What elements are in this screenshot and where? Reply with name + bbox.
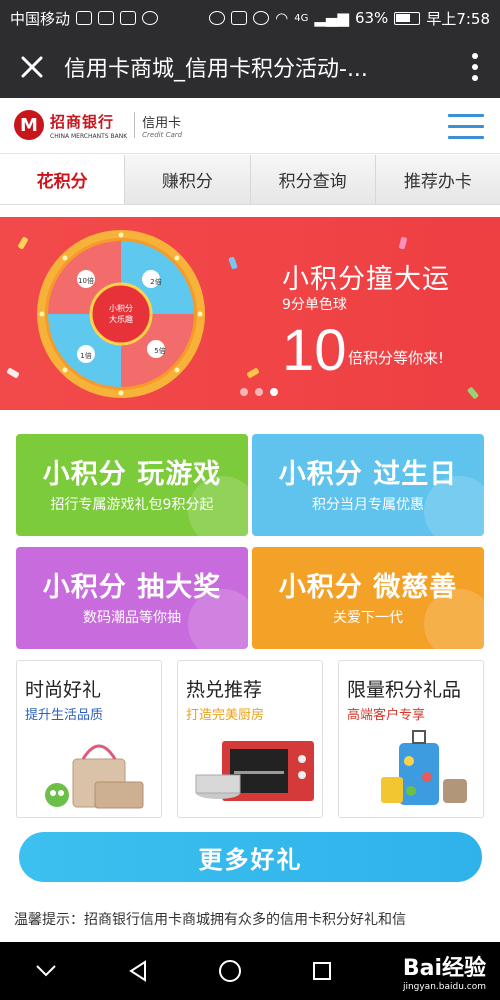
product-card-hot[interactable]: 热兑推荐 打造完美厨房 bbox=[177, 660, 323, 818]
card-label-en: Credit Card bbox=[142, 130, 183, 139]
recent-apps-icon[interactable] bbox=[302, 951, 342, 991]
hamburger-icon[interactable] bbox=[448, 114, 484, 140]
tile-subtitle: 招行专属游戏礼包9积分起 bbox=[50, 497, 214, 513]
eye-icon bbox=[253, 11, 270, 25]
confetti bbox=[17, 236, 29, 250]
back-icon[interactable] bbox=[118, 951, 158, 991]
tile-subtitle: 数码潮品等你抽 bbox=[83, 610, 181, 626]
wifi-icon: ◠ bbox=[275, 9, 289, 27]
bank-name-en: CHINA MERCHANTS BANK bbox=[50, 132, 128, 140]
headphone-icon bbox=[209, 11, 226, 25]
product-card-fashion[interactable]: 时尚好礼 提升生活品质 bbox=[16, 660, 162, 818]
tile-subtitle: 关爱下一代 bbox=[333, 610, 403, 626]
card-label: 信用卡 bbox=[142, 115, 182, 131]
more-vertical-icon[interactable] bbox=[450, 36, 500, 98]
carousel-dot[interactable] bbox=[255, 388, 263, 396]
oven-image bbox=[195, 741, 314, 801]
carousel-dot[interactable] bbox=[240, 388, 248, 396]
tile-title: 小积分 抽大奖 bbox=[42, 572, 222, 603]
wheel-segment-label: 10倍 bbox=[78, 276, 94, 285]
wheel-segment-label: 1倍 bbox=[80, 351, 91, 360]
tile-birthday[interactable]: 小积分 过生日 积分当月专属优惠 bbox=[252, 434, 484, 536]
tile-lottery[interactable]: 小积分 抽大奖 数码潮品等你抽 bbox=[16, 547, 248, 649]
wheel-center-label: 小积分 bbox=[109, 303, 133, 313]
tab-recommend-card[interactable]: 推荐办卡 bbox=[375, 155, 500, 204]
close-icon[interactable] bbox=[0, 36, 64, 98]
svg-text:大乐趣: 大乐趣 bbox=[109, 314, 133, 324]
status-bar: 中国移动 ◠ 4G ▂▄▆ 63% 早上7:58 bbox=[0, 0, 500, 36]
product-title: 限量积分礼品 bbox=[347, 679, 462, 701]
cmb-logo[interactable]: M 招商银行 CHINA MERCHANTS BANK 信用卡 Credit C… bbox=[14, 110, 182, 140]
product-title: 时尚好礼 bbox=[25, 679, 102, 701]
signal-icon: ▂▄▆ bbox=[314, 9, 349, 27]
alarm-icon bbox=[231, 11, 248, 25]
tile-title: 小积分 玩游戏 bbox=[42, 459, 222, 490]
carrier-label: 中国移动 bbox=[10, 9, 71, 28]
clock: 早上7:58 bbox=[426, 9, 490, 28]
product-cards: 时尚好礼 提升生活品质 热兑推荐 打造完美厨房 限量积分礼品 高端客户专享 bbox=[16, 660, 484, 820]
chat-icon bbox=[142, 11, 159, 25]
tile-title: 小积分 过生日 bbox=[278, 459, 458, 490]
activity-icon bbox=[76, 11, 93, 25]
bank-header: M 招商银行 CHINA MERCHANTS BANK 信用卡 Credit C… bbox=[0, 98, 500, 154]
app-icon bbox=[120, 11, 137, 25]
confetti bbox=[228, 256, 238, 270]
tile-title: 小积分 微慈善 bbox=[278, 572, 458, 603]
luggage-image bbox=[381, 730, 467, 805]
product-title: 热兑推荐 bbox=[186, 679, 263, 701]
tab-spend-points[interactable]: 花积分 bbox=[0, 155, 126, 204]
tile-subtitle: 积分当月专属优惠 bbox=[312, 497, 424, 513]
watermark: Bai经验 jingyan.baidu.com bbox=[403, 950, 486, 992]
confetti bbox=[6, 367, 20, 379]
tab-earn-points[interactable]: 赚积分 bbox=[125, 155, 251, 204]
wheel-segment-label: 2倍 bbox=[150, 277, 161, 286]
battery-percent: 63% bbox=[354, 9, 389, 27]
more-gifts-button[interactable]: 更多好礼 bbox=[19, 832, 482, 882]
tile-charity[interactable]: 小积分 微慈善 关爱下一代 bbox=[252, 547, 484, 649]
home-icon[interactable] bbox=[210, 951, 250, 991]
chevron-down-icon[interactable] bbox=[26, 951, 66, 991]
tile-play-games[interactable]: 小积分 玩游戏 招行专属游戏礼包9积分起 bbox=[16, 434, 248, 536]
tip-text: 温馨提示：招商银行信用卡商城拥有众多的信用卡积分好礼和信 bbox=[14, 912, 406, 928]
banner-subtitle: 9分单色球 bbox=[282, 297, 347, 313]
handbag-image bbox=[45, 744, 144, 809]
browser-titlebar: 信用卡商城_信用卡积分活动-... bbox=[0, 36, 500, 98]
prize-wheel: 小积分 大乐趣 2倍 5倍 1倍 10倍 bbox=[37, 230, 205, 398]
cmb-logo-icon: M bbox=[14, 110, 44, 140]
product-card-limited[interactable]: 限量积分礼品 高端客户专享 bbox=[338, 660, 484, 818]
banner-title: 小积分撞大运 bbox=[282, 264, 450, 295]
carousel-dots bbox=[240, 388, 278, 396]
banner-tagline: 倍积分等你来! bbox=[348, 349, 445, 367]
tab-points-query[interactable]: 积分查询 bbox=[250, 155, 376, 204]
confetti bbox=[246, 367, 260, 379]
page-title: 信用卡商城_信用卡积分活动-... bbox=[64, 57, 368, 82]
product-subtitle: 高端客户专享 bbox=[347, 708, 426, 723]
product-subtitle: 提升生活品质 bbox=[25, 708, 104, 723]
tab-bar: 花积分 赚积分 积分查询 推荐办卡 bbox=[0, 155, 500, 205]
banner-multiplier: 10 bbox=[282, 318, 347, 383]
watermark-url: jingyan.baidu.com bbox=[402, 982, 486, 992]
listen-icon bbox=[98, 11, 115, 25]
bank-name: 招商银行 bbox=[50, 112, 115, 131]
promo-banner[interactable]: 小积分 大乐趣 2倍 5倍 1倍 10倍 小积分撞大运 9分单色球 10 倍积分… bbox=[0, 217, 500, 410]
logo-divider bbox=[134, 112, 136, 138]
confetti bbox=[466, 386, 480, 400]
confetti bbox=[398, 236, 408, 250]
carousel-dot-active[interactable] bbox=[270, 388, 278, 396]
wheel-segment-label: 5倍 bbox=[154, 346, 165, 355]
watermark-brand: Bai经验 bbox=[402, 956, 486, 981]
network-label: 4G bbox=[294, 12, 309, 24]
product-subtitle: 打造完美厨房 bbox=[186, 708, 265, 723]
battery-icon bbox=[394, 11, 421, 25]
